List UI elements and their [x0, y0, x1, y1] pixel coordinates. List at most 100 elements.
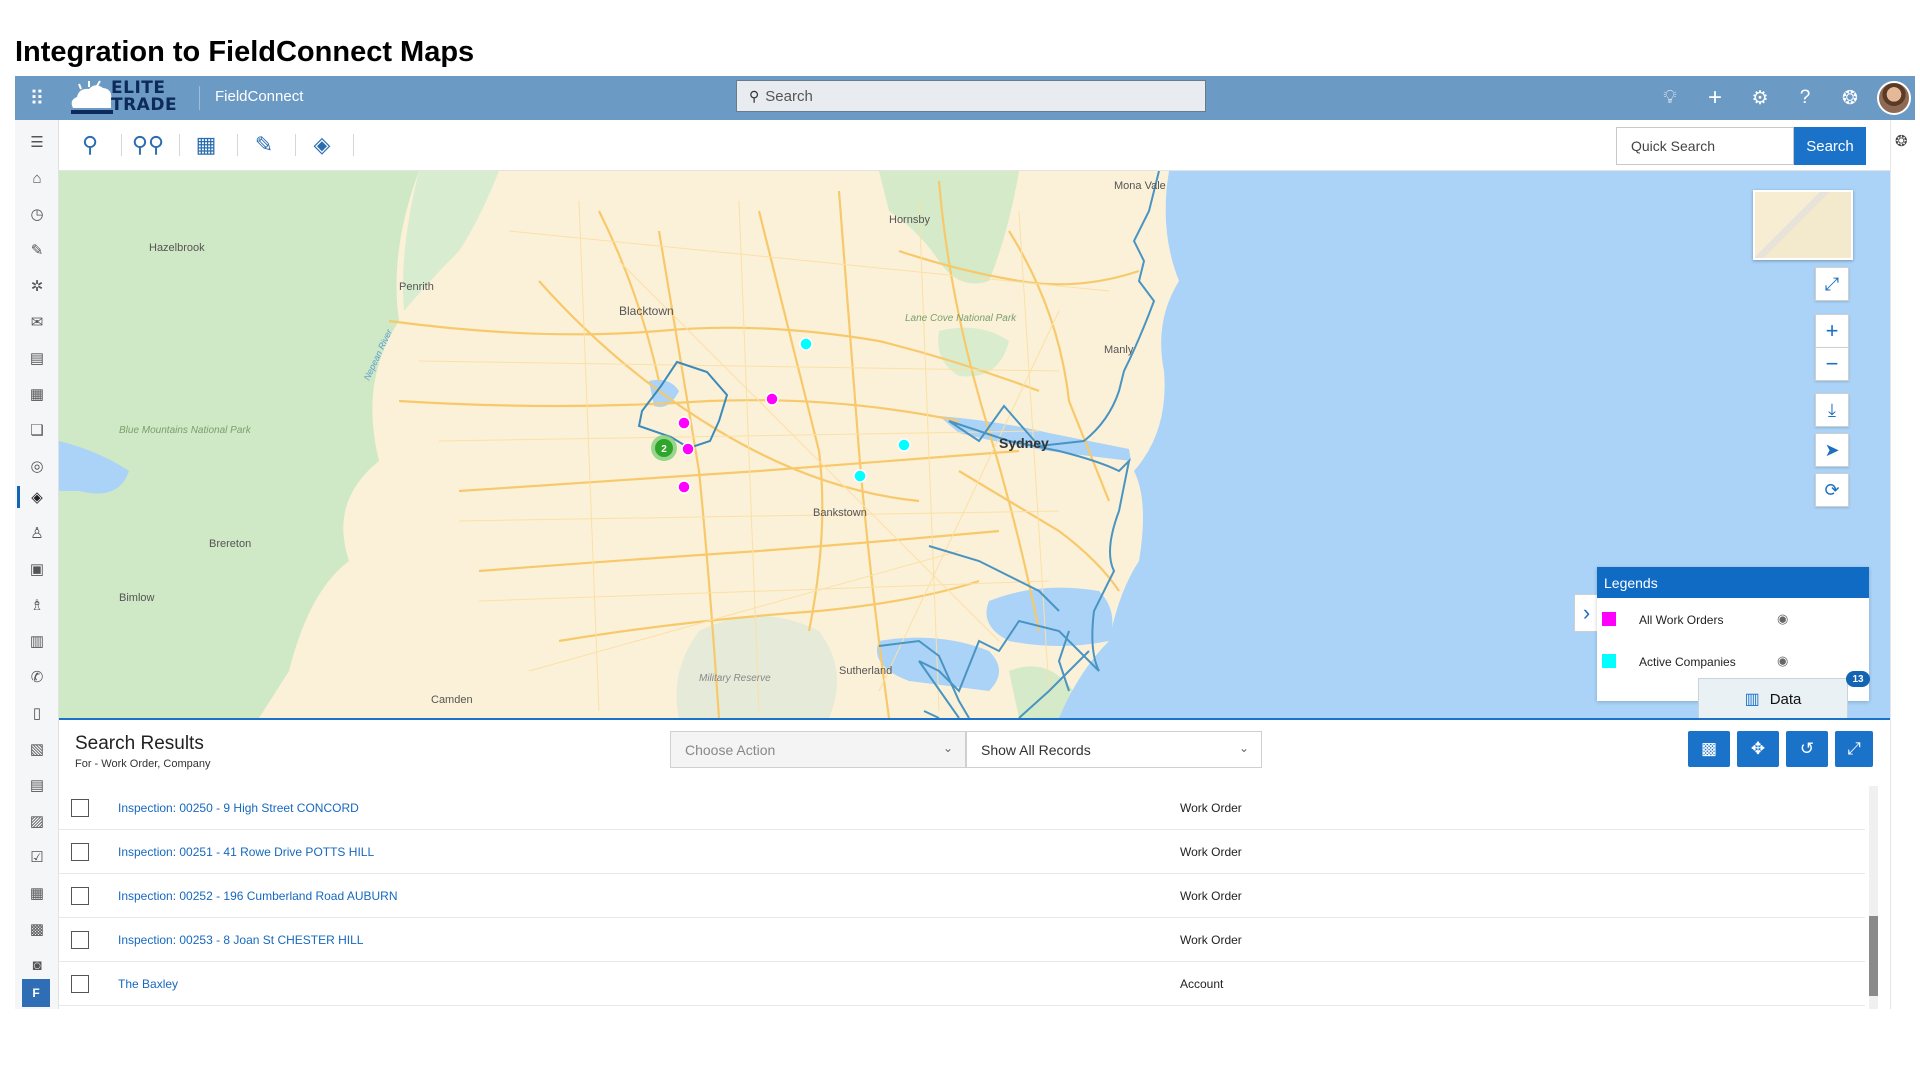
phone-settings-icon[interactable]: ✆ — [15, 662, 59, 692]
layers-icon[interactable]: ◈ — [299, 128, 345, 162]
overview-minimap[interactable] — [1753, 190, 1853, 260]
row-checkbox[interactable] — [71, 931, 89, 949]
bar-chart-icon: ▥ — [1744, 691, 1760, 708]
record-link[interactable]: Inspection: 00251 - 41 Rowe Drive POTTS … — [118, 845, 374, 859]
place-label: Hornsby — [889, 214, 930, 226]
refresh-map-icon[interactable]: ⟳ — [1815, 473, 1849, 507]
calendar-icon[interactable]: ▦ — [183, 128, 229, 162]
search-icon[interactable]: ⚲ — [67, 128, 113, 162]
company-marker[interactable] — [897, 438, 911, 452]
help-icon[interactable]: ? — [1790, 83, 1820, 113]
copilot-icon[interactable]: ❂ — [1835, 83, 1865, 113]
record-link[interactable]: Inspection: 00250 - 9 High Street CONCOR… — [118, 801, 359, 815]
legend-label: All Work Orders — [1639, 613, 1724, 627]
route-pins-icon[interactable]: ⚲⚲ — [125, 128, 171, 162]
file-search-icon[interactable]: ▨ — [15, 806, 59, 836]
gear-icon[interactable]: ⚙ — [1745, 83, 1775, 113]
app-launcher-icon[interactable]: ⠿ — [15, 76, 59, 120]
map-view-button[interactable]: ▩ — [1688, 731, 1730, 767]
recent-clock-icon[interactable]: ◷ — [15, 199, 59, 229]
place-label: Bankstown — [813, 507, 867, 519]
move-icon-button[interactable]: ✥ — [1737, 731, 1779, 767]
lightbulb-icon[interactable]: 💡︎ — [1655, 83, 1685, 113]
data-count-badge: 13 — [1846, 671, 1870, 687]
user-avatar[interactable] — [1877, 81, 1911, 115]
camera-icon[interactable]: ◙ — [15, 950, 59, 980]
file-icon[interactable]: ▤ — [15, 770, 59, 800]
legend-swatch — [1602, 654, 1616, 668]
cluster-marker[interactable]: 2 — [651, 435, 677, 461]
calendar-grid-icon[interactable]: ▦ — [15, 878, 59, 908]
person-tree-icon[interactable]: ♗ — [15, 590, 59, 620]
locate-me-icon[interactable]: ➤ — [1815, 433, 1849, 467]
map-layers-icon[interactable]: ◈ — [15, 482, 59, 512]
invoice-icon[interactable]: ▯ — [15, 698, 59, 728]
fullscreen-map-icon[interactable]: ⤢ — [1815, 267, 1849, 301]
target-icon[interactable]: ◎ — [15, 451, 59, 481]
download-icon[interactable]: ⤓ — [1815, 393, 1849, 427]
home-icon[interactable]: ⌂ — [15, 163, 59, 193]
table-row[interactable]: Inspection: 00250 - 9 High Street CONCOR… — [59, 786, 1865, 830]
work-order-marker[interactable] — [677, 416, 691, 430]
record-link[interactable]: The Baxley — [118, 977, 178, 991]
note-icon[interactable]: ▣ — [15, 554, 59, 584]
expand-button[interactable]: ⤢ — [1835, 731, 1873, 767]
work-order-marker[interactable] — [765, 392, 779, 406]
app-name[interactable]: FieldConnect — [215, 88, 303, 105]
elite-trade-logo: ELITE TRADE — [67, 78, 203, 118]
document-icon[interactable]: ▥ — [15, 626, 59, 656]
global-search-placeholder: Search — [765, 87, 813, 105]
contact-icon[interactable]: ♙ — [15, 518, 59, 548]
choose-action-dropdown[interactable]: Choose Action ⌄ — [670, 731, 966, 768]
mail-icon[interactable]: ✉ — [15, 307, 59, 337]
records-filter-dropdown[interactable]: Show All Records ⌄ — [966, 731, 1262, 768]
chevron-down-icon: ⌄ — [942, 741, 953, 755]
legend-item: Active Companies ◉ — [1597, 647, 1869, 677]
zoom-out-button[interactable]: − — [1815, 347, 1849, 381]
quick-search-button[interactable]: Search — [1794, 127, 1866, 165]
row-checkbox[interactable] — [71, 975, 89, 993]
scrollbar-thumb[interactable] — [1869, 916, 1878, 996]
work-order-marker[interactable] — [681, 442, 695, 456]
puzzle-icon[interactable]: ✲ — [15, 271, 59, 301]
documents-icon[interactable]: ❏ — [15, 415, 59, 445]
clipboard-icon[interactable]: ▤ — [15, 343, 59, 373]
zoom-in-button[interactable]: + — [1815, 314, 1849, 348]
place-label: Military Reserve — [699, 673, 771, 684]
divider — [353, 134, 354, 156]
pinned-icon[interactable]: ✎ — [15, 235, 59, 265]
global-search-box[interactable]: ⚲ Search — [736, 80, 1206, 112]
table-row[interactable]: Inspection: 00252 - 196 Cumberland Road … — [59, 874, 1865, 918]
company-marker[interactable] — [799, 337, 813, 351]
area-switcher-button[interactable]: F — [22, 979, 50, 1007]
eye-icon[interactable]: ◉ — [1777, 611, 1788, 627]
table-row[interactable]: The Baxley Account — [59, 962, 1865, 1006]
report-icon[interactable]: ▦ — [15, 379, 59, 409]
place-label: Penrith — [399, 281, 434, 293]
plus-icon[interactable]: + — [1700, 83, 1730, 113]
company-marker[interactable] — [853, 469, 867, 483]
ruler-icon[interactable]: ✎ — [241, 128, 287, 162]
map-canvas[interactable]: 2 Hazelbrook Penrith Blacktown Hornsby M… — [59, 171, 1890, 718]
map-toolbar: ⚲ ⚲⚲ ▦ ✎ ◈ Search — [59, 120, 1890, 171]
legend-collapse-toggle[interactable]: › — [1574, 594, 1599, 632]
page-search-icon[interactable]: ▧ — [15, 734, 59, 764]
record-link[interactable]: Inspection: 00253 - 8 Joan St CHESTER HI… — [118, 933, 363, 947]
row-checkbox[interactable] — [71, 887, 89, 905]
work-order-marker[interactable] — [677, 480, 691, 494]
row-checkbox[interactable] — [71, 799, 89, 817]
reset-button[interactable]: ↺ — [1786, 731, 1828, 767]
row-checkbox[interactable] — [71, 843, 89, 861]
results-scrollbar[interactable] — [1869, 786, 1878, 1009]
hamburger-menu-icon[interactable]: ☰ — [15, 127, 59, 157]
eye-icon[interactable]: ◉ — [1777, 653, 1788, 669]
zoom-page-icon[interactable]: ▩ — [15, 914, 59, 944]
data-panel-button[interactable]: ▥ Data — [1698, 678, 1848, 718]
copilot-icon[interactable]: ❂ — [1895, 132, 1908, 150]
record-link[interactable]: Inspection: 00252 - 196 Cumberland Road … — [118, 889, 398, 903]
place-label: Manly — [1104, 344, 1134, 356]
quick-search-input[interactable] — [1616, 127, 1794, 165]
table-row[interactable]: Inspection: 00253 - 8 Joan St CHESTER HI… — [59, 918, 1865, 962]
table-row[interactable]: Inspection: 00251 - 41 Rowe Drive POTTS … — [59, 830, 1865, 874]
checklist-icon[interactable]: ☑ — [15, 842, 59, 872]
